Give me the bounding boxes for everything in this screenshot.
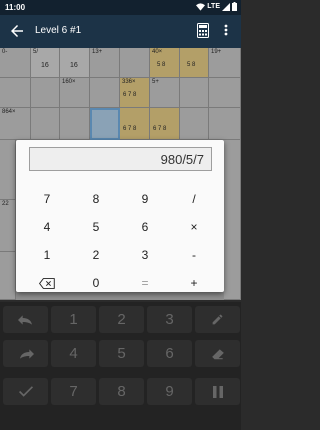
- digit-button[interactable]: 5: [99, 340, 144, 367]
- cage-clue: 19+: [211, 49, 222, 55]
- cage-clue: 160×: [62, 79, 76, 85]
- calc-key-0[interactable]: 0: [76, 272, 116, 294]
- calc-key-divide[interactable]: /: [174, 188, 214, 210]
- calc-key-7[interactable]: 7: [27, 188, 67, 210]
- back-arrow-icon[interactable]: [8, 22, 26, 40]
- cage-clue: 5/: [33, 49, 39, 55]
- expression-text: 980/5/7: [160, 152, 204, 167]
- calculator-icon[interactable]: [197, 23, 209, 38]
- grid-cell[interactable]: [120, 48, 150, 78]
- grid-cell[interactable]: 40× 5 8: [150, 48, 180, 78]
- grid-cell[interactable]: 13+: [90, 48, 120, 78]
- app-bar: Level 6 #1: [0, 15, 241, 48]
- pencil-button[interactable]: [195, 306, 240, 333]
- pause-icon: [212, 385, 223, 398]
- calculator-display: 980/5/7: [29, 147, 212, 171]
- cage-clue: 864×: [2, 109, 16, 115]
- pause-button[interactable]: [195, 378, 240, 405]
- undo-icon: [17, 314, 32, 325]
- cell-candidates: 5 8: [157, 62, 166, 68]
- more-vert-icon[interactable]: [224, 24, 228, 36]
- status-icons: LTE: [196, 2, 237, 11]
- confirm-button[interactable]: [3, 378, 48, 405]
- undo-button[interactable]: [3, 306, 48, 333]
- grid-cell[interactable]: 5 8: [180, 48, 209, 78]
- grid-cell[interactable]: [90, 78, 120, 108]
- calc-key-5[interactable]: 5: [76, 216, 116, 238]
- grid-cell[interactable]: 6 7 8: [150, 108, 180, 140]
- grid-cell[interactable]: 16: [60, 48, 90, 78]
- calc-key-minus[interactable]: -: [174, 244, 214, 266]
- calc-key-3[interactable]: 3: [125, 244, 165, 266]
- grid-cell[interactable]: [209, 78, 241, 108]
- calc-key-4[interactable]: 4: [27, 216, 67, 238]
- network-label: LTE: [207, 3, 220, 10]
- grid-cell[interactable]: [180, 78, 209, 108]
- calculator-dialog: 980/5/7 7 8 9 / 4 5 6 × 1 2 3 - 0 = +: [16, 140, 224, 292]
- cage-clue: 0-: [2, 49, 8, 55]
- digit-button[interactable]: 3: [147, 306, 192, 333]
- calc-key-multiply[interactable]: ×: [174, 216, 214, 238]
- digit-button[interactable]: 1: [51, 306, 96, 333]
- cell-candidates: 6 7 8: [153, 126, 167, 132]
- grid-cell[interactable]: 864×: [0, 108, 31, 140]
- cell-candidates: 5 8: [187, 62, 196, 68]
- backspace-icon: [39, 277, 55, 289]
- digit-button[interactable]: 6: [147, 340, 192, 367]
- cage-clue: 336×: [122, 79, 136, 85]
- grid-cell[interactable]: [31, 78, 60, 108]
- signal-icon: [222, 2, 230, 11]
- cage-clue: 13+: [92, 49, 103, 55]
- grid-cell[interactable]: 19+: [209, 48, 241, 78]
- grid-cell[interactable]: 22: [0, 200, 16, 252]
- cage-clue: 40×: [152, 49, 163, 55]
- calc-key-9[interactable]: 9: [125, 188, 165, 210]
- grid-cell[interactable]: 5+: [150, 78, 180, 108]
- grid-cell[interactable]: 160×: [60, 78, 90, 108]
- page-title: Level 6 #1: [35, 25, 82, 36]
- grid-cell[interactable]: [60, 108, 90, 140]
- grid-cell[interactable]: [31, 108, 60, 140]
- calc-key-6[interactable]: 6: [125, 216, 165, 238]
- redo-icon: [19, 348, 34, 359]
- digit-button[interactable]: 7: [51, 378, 96, 405]
- grid-cell[interactable]: 336× 6 7 8: [120, 78, 150, 108]
- grid-cell[interactable]: [0, 78, 31, 108]
- grid-cell[interactable]: [224, 140, 241, 300]
- digit-button[interactable]: 2: [99, 306, 144, 333]
- cell-value: 16: [41, 62, 49, 69]
- grid-cell[interactable]: 6 7 8: [120, 108, 150, 140]
- cell-candidates: 6 7 8: [123, 92, 137, 98]
- grid-cell[interactable]: [0, 252, 16, 300]
- grid-cell[interactable]: [209, 108, 241, 140]
- grid-cell[interactable]: 5/16: [31, 48, 60, 78]
- backspace-button[interactable]: [27, 272, 67, 294]
- grid-cell[interactable]: 0-: [0, 48, 31, 78]
- digit-button[interactable]: 8: [99, 378, 144, 405]
- pencil-icon: [212, 314, 223, 325]
- cell-candidates: 6 7 8: [123, 126, 137, 132]
- cage-clue: 5+: [152, 79, 159, 85]
- calc-key-equals[interactable]: =: [125, 272, 165, 294]
- status-bar: 11:00 LTE: [0, 0, 241, 15]
- cage-clue: 22: [2, 201, 9, 207]
- eraser-icon: [211, 348, 224, 359]
- calc-key-1[interactable]: 1: [27, 244, 67, 266]
- digit-button[interactable]: 9: [147, 378, 192, 405]
- calc-key-8[interactable]: 8: [76, 188, 116, 210]
- selected-cell[interactable]: [90, 108, 120, 140]
- check-icon: [18, 386, 33, 397]
- status-time: 11:00: [5, 3, 26, 12]
- grid-cell[interactable]: [0, 140, 16, 200]
- grid-cell[interactable]: [180, 108, 209, 140]
- redo-button[interactable]: [3, 340, 48, 367]
- battery-icon: [232, 2, 237, 11]
- wifi-icon: [196, 2, 206, 11]
- digit-button[interactable]: 4: [51, 340, 96, 367]
- cell-value: 16: [70, 62, 78, 69]
- calc-key-plus[interactable]: +: [174, 272, 214, 294]
- number-keypad: 1 2 3 4 5 6 7 8 9: [0, 302, 241, 430]
- erase-button[interactable]: [195, 340, 240, 367]
- calc-key-2[interactable]: 2: [76, 244, 116, 266]
